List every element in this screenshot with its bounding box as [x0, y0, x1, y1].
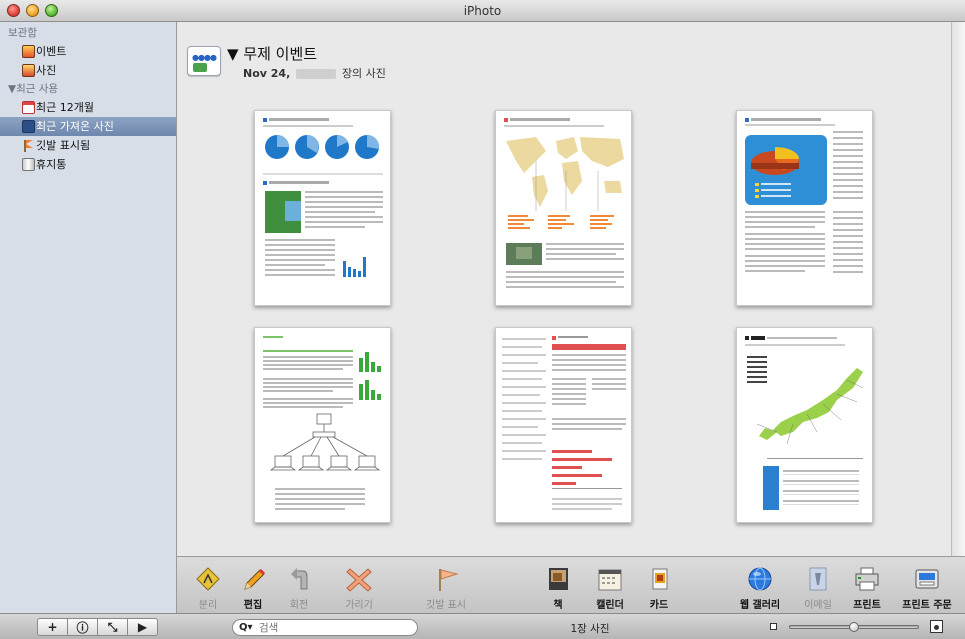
search-field[interactable]: Q▾	[232, 619, 418, 636]
play-icon: ▶	[137, 620, 148, 634]
flag-button[interactable]: 깃발 표시	[422, 565, 470, 611]
source-action-buttons: + ⓘ ⤡ ▶	[37, 618, 158, 636]
flag-icon	[22, 139, 35, 152]
photo-thumbnail[interactable]	[254, 327, 391, 523]
sidebar-item-label: 휴지통	[36, 158, 67, 171]
print-order-button[interactable]: 프린트 주문	[898, 565, 956, 611]
zoom-out-icon[interactable]	[770, 623, 777, 630]
calendar-button[interactable]: 캘린더	[590, 565, 630, 611]
email-icon	[804, 565, 832, 593]
add-button[interactable]: +	[37, 618, 68, 636]
printer-icon	[853, 565, 881, 593]
thumbnail-image	[263, 118, 383, 277]
web-gallery-label: 웹 갤러리	[739, 600, 781, 611]
thumbnail-image	[502, 336, 626, 510]
globe-icon	[746, 565, 774, 593]
title-bar: iPhoto	[0, 0, 965, 22]
sidebar-item-label: 최근 12개월	[36, 101, 94, 114]
info-icon: ⓘ	[76, 620, 89, 635]
slideshow-button[interactable]: ▶	[127, 618, 158, 636]
pencil-icon	[239, 565, 267, 593]
card-icon	[645, 565, 673, 593]
flag-label: 깃발 표시	[426, 600, 466, 611]
events-icon	[22, 45, 35, 58]
photo-thumbnail[interactable]	[254, 110, 391, 306]
photo-thumbnail[interactable]	[495, 110, 632, 306]
redacted-block	[296, 69, 337, 79]
hide-icon	[345, 565, 373, 593]
sidebar-item-last-import[interactable]: 최근 가져온 사진	[0, 117, 176, 136]
edit-button[interactable]: 편집	[239, 565, 267, 611]
zoom-slider[interactable]	[789, 622, 919, 632]
photo-thumbnail[interactable]	[736, 327, 873, 523]
zoom-in-icon[interactable]	[930, 620, 943, 633]
print-order-icon	[913, 565, 941, 593]
split-label: 분리	[198, 600, 218, 611]
hide-label: 가리기	[345, 600, 373, 611]
add-icon: +	[47, 620, 58, 634]
email-button[interactable]: 이메일	[800, 565, 836, 611]
sidebar-item-label: 사진	[36, 64, 57, 77]
sidebar-item-label: 최근 가져온 사진	[36, 120, 114, 133]
sidebar: 보관함 이벤트 사진 ▼최근 사용 최근 12개월 최근 가져온 사진 깃발 표…	[0, 22, 177, 613]
photo-thumbnail[interactable]	[736, 110, 873, 306]
search-menu-icon[interactable]: Q▾	[233, 622, 259, 633]
print-label: 프린트	[853, 600, 881, 611]
flag-icon	[432, 565, 460, 593]
thumbnail-image	[745, 118, 863, 273]
status-bar: + ⓘ ⤡ ▶ Q▾ 1장 사진	[0, 613, 965, 639]
web-gallery-button[interactable]: 웹 갤러리	[732, 565, 788, 611]
photo-thumbnail[interactable]	[495, 327, 632, 523]
print-button[interactable]: 프린트	[849, 565, 885, 611]
photos-icon	[22, 64, 35, 77]
split-icon	[194, 565, 222, 593]
sidebar-item-flagged[interactable]: 깃발 표시됨	[0, 136, 176, 155]
calendar-icon	[596, 565, 624, 593]
sidebar-item-events[interactable]: 이벤트	[0, 42, 176, 61]
sidebar-item-trash[interactable]: 휴지통	[0, 155, 176, 174]
calendar-icon	[22, 101, 35, 114]
edit-label: 편집	[243, 600, 263, 611]
print-order-label: 프린트 주문	[902, 600, 952, 611]
photo-count: 1장 사진	[570, 623, 610, 635]
event-count: 장의 사진	[341, 67, 386, 80]
info-button[interactable]: ⓘ	[67, 618, 98, 636]
trash-icon	[22, 158, 35, 171]
fullscreen-button[interactable]: ⤡	[97, 618, 128, 636]
thumbnail-image	[504, 118, 624, 288]
bottom-toolbar: 분리 편집 회전 가리기 깃발 표시 책 캘린더 카드 웹 갤러리 이메일 프린…	[177, 556, 965, 613]
sidebar-item-last-12-months[interactable]: 최근 12개월	[0, 98, 176, 117]
card-button[interactable]: 카드	[645, 565, 673, 611]
hide-button[interactable]: 가리기	[342, 565, 376, 611]
event-title[interactable]: ▼ 무제 이벤트	[227, 43, 317, 64]
window-title: iPhoto	[463, 4, 502, 18]
card-label: 카드	[649, 600, 669, 611]
event-subtitle: Nov 24, 장의 사진	[243, 65, 386, 81]
book-icon	[544, 565, 572, 593]
thumbnail-image	[263, 336, 381, 510]
event-icon[interactable]: ●●●●	[187, 46, 221, 76]
sidebar-item-label: 이벤트	[36, 45, 67, 58]
library-header: 보관함	[8, 27, 37, 39]
import-icon	[22, 120, 35, 133]
rotate-label: 회전	[289, 600, 309, 611]
photo-browser: ●●●● ▼ 무제 이벤트 Nov 24, 장의 사진	[177, 22, 951, 556]
search-input[interactable]	[259, 621, 399, 634]
book-label: 책	[553, 600, 563, 611]
sidebar-item-photos[interactable]: 사진	[0, 61, 176, 80]
rotate-icon	[285, 565, 313, 593]
event-date: Nov 24,	[243, 67, 291, 80]
rotate-button[interactable]: 회전	[285, 565, 313, 611]
calendar-label: 캘린더	[596, 600, 624, 611]
book-button[interactable]: 책	[544, 565, 572, 611]
sidebar-item-label: 깃발 표시됨	[36, 139, 91, 152]
thumbnail-image	[745, 336, 864, 510]
recent-header[interactable]: ▼최근 사용	[0, 80, 176, 98]
zoom-slider-thumb[interactable]	[849, 622, 859, 632]
fullscreen-icon: ⤡	[107, 619, 118, 634]
split-button[interactable]: 분리	[194, 565, 222, 611]
vertical-scrollbar[interactable]	[951, 22, 965, 556]
email-label: 이메일	[804, 600, 832, 611]
